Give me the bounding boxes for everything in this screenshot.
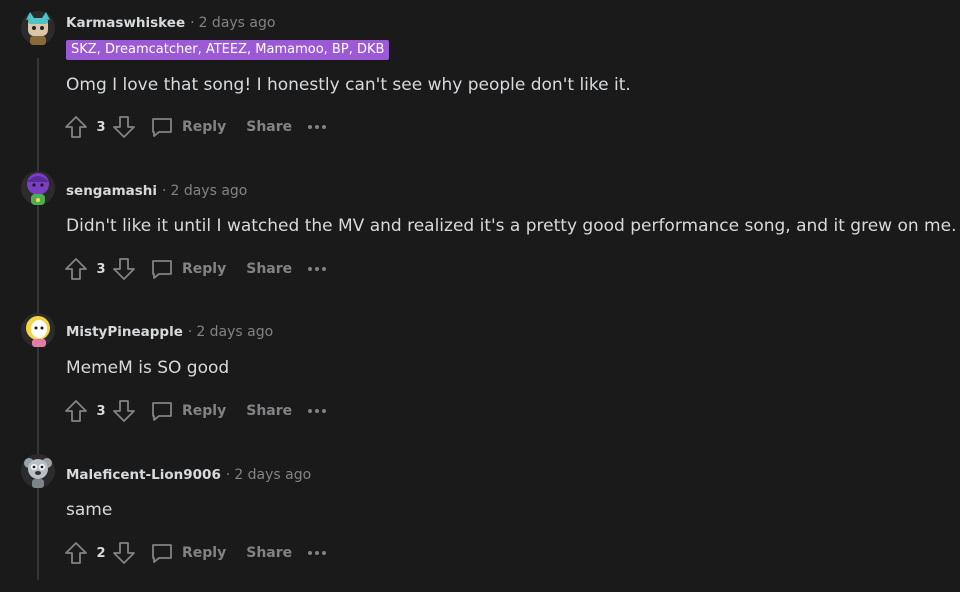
timestamp[interactable]: 2 days ago <box>196 324 273 340</box>
separator-dot: · <box>190 15 195 31</box>
user-flair: SKZ, Dreamcatcher, ATEEZ, Mamamoo, BP, D… <box>66 40 390 60</box>
comment-body: same <box>66 500 113 520</box>
separator-dot: · <box>187 324 193 340</box>
reply-button[interactable]: Reply <box>148 397 226 425</box>
upvote-icon[interactable] <box>62 113 90 141</box>
koala-avatar-icon[interactable] <box>20 453 56 489</box>
comment-meta: sengamashi · 2 days ago <box>66 181 247 201</box>
comment-meta: Maleficent-Lion9006 · 2 days ago <box>66 465 311 485</box>
share-button[interactable]: Share <box>246 403 292 419</box>
comment-bubble-icon <box>148 397 176 425</box>
comment-bubble-icon <box>148 255 176 283</box>
blonde-avatar-icon[interactable] <box>20 312 56 348</box>
upvote-icon[interactable] <box>62 539 90 567</box>
vote-score: 3 <box>96 403 106 419</box>
reply-button[interactable]: Reply <box>148 113 226 141</box>
more-options-icon[interactable] <box>308 397 327 425</box>
vote-score: 3 <box>96 119 106 135</box>
vote-score: 3 <box>96 261 106 277</box>
comment-body: Omg I love that song! I honestly can't s… <box>66 75 631 95</box>
share-button[interactable]: Share <box>246 545 292 561</box>
timestamp[interactable]: 2 days ago <box>199 15 276 31</box>
separator-dot: · <box>162 183 167 199</box>
username[interactable]: MistyPineapple <box>66 324 183 340</box>
reply-label: Reply <box>182 403 227 419</box>
comment-body: MemeM is SO good <box>66 358 230 378</box>
more-options-icon[interactable] <box>308 539 327 567</box>
downvote-icon[interactable] <box>110 539 138 567</box>
upvote-icon[interactable] <box>62 255 90 283</box>
more-options-icon[interactable] <box>308 113 327 141</box>
timestamp[interactable]: 2 days ago <box>170 183 247 199</box>
comment-actions: 3 Reply Share <box>62 397 327 425</box>
purple-avatar-icon[interactable] <box>20 170 56 206</box>
comment-meta: Karmaswhiskee · 2 days ago <box>66 13 275 33</box>
comment-meta: MistyPineapple · 2 days ago <box>66 322 273 342</box>
username[interactable]: Karmaswhiskee <box>66 15 185 31</box>
upvote-icon[interactable] <box>62 397 90 425</box>
separator-dot: · <box>225 467 231 483</box>
comment-body: Didn't like it until I watched the MV an… <box>66 216 957 236</box>
comment-bubble-icon <box>148 539 176 567</box>
comment-actions: 3 Reply Share <box>62 255 327 283</box>
share-button[interactable]: Share <box>246 119 292 135</box>
comment-bubble-icon <box>148 113 176 141</box>
vote-score: 2 <box>96 545 106 561</box>
reply-label: Reply <box>182 545 227 561</box>
downvote-icon[interactable] <box>110 113 138 141</box>
username[interactable]: Maleficent-Lion9006 <box>66 467 221 483</box>
reply-label: Reply <box>182 261 227 277</box>
comment-actions: 2 Reply Share <box>62 539 327 567</box>
downvote-icon[interactable] <box>110 397 138 425</box>
reply-button[interactable]: Reply <box>148 539 226 567</box>
cat-avatar-icon[interactable] <box>20 10 56 46</box>
comment-actions: 3 Reply Share <box>62 113 327 141</box>
downvote-icon[interactable] <box>110 255 138 283</box>
reply-button[interactable]: Reply <box>148 255 226 283</box>
share-button[interactable]: Share <box>246 261 292 277</box>
reply-label: Reply <box>182 119 227 135</box>
timestamp[interactable]: 2 days ago <box>234 467 311 483</box>
more-options-icon[interactable] <box>308 255 327 283</box>
username[interactable]: sengamashi <box>66 183 157 199</box>
